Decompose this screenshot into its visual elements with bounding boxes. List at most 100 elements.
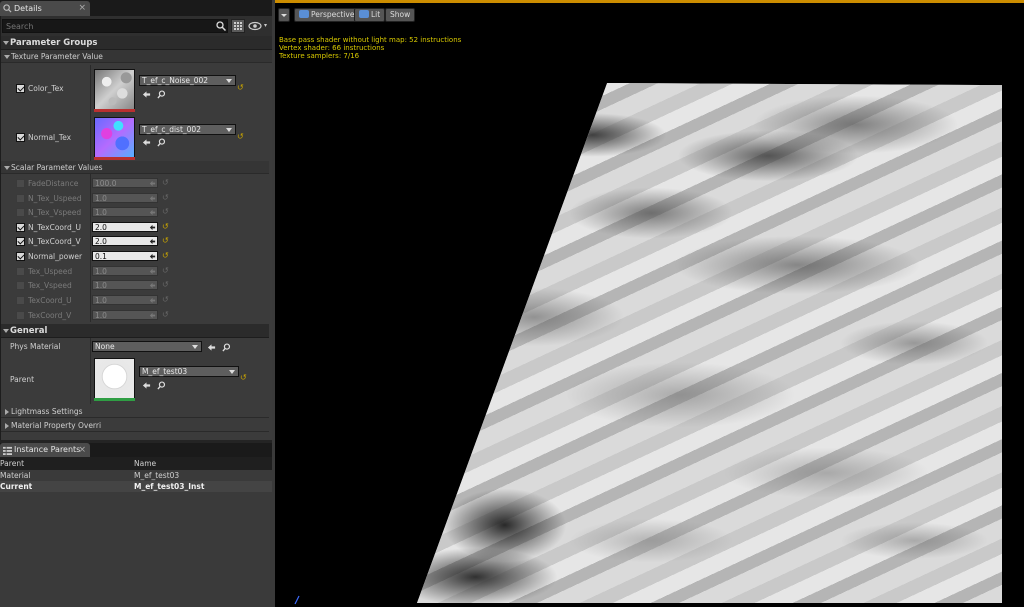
lightmass-settings-header[interactable]: Lightmass Settings	[1, 405, 269, 418]
perspective-button[interactable]: Perspective	[294, 8, 360, 22]
column-header-parent[interactable]: Parent	[0, 457, 24, 470]
n-tex-uspeed-input[interactable]: 1.0	[92, 193, 158, 203]
normal-tex-checkbox[interactable]	[16, 133, 25, 142]
browse-search-icon[interactable]	[222, 343, 231, 352]
collapse-arrow-icon	[3, 41, 9, 45]
normal-tex-thumbnail[interactable]	[94, 117, 135, 158]
drag-arrows-icon[interactable]	[149, 238, 156, 245]
search-icon[interactable]	[216, 21, 226, 31]
column-splitter[interactable]	[90, 338, 91, 404]
texcoord-v-checkbox[interactable]	[16, 311, 25, 320]
color-tex-thumbnail[interactable]	[94, 69, 135, 110]
expand-arrow-icon	[5, 423, 9, 429]
grid-view-button[interactable]	[231, 19, 245, 33]
details-tab[interactable]: Details ×	[0, 1, 90, 16]
use-selected-arrow-icon[interactable]	[142, 381, 151, 390]
phys-material-combo[interactable]: None	[92, 341, 202, 352]
normal-power-checkbox[interactable]	[16, 252, 25, 261]
column-splitter[interactable]	[90, 174, 91, 322]
details-tab-label: Details	[14, 4, 42, 13]
drag-arrows-icon[interactable]	[149, 180, 156, 187]
fade-distance-label: FadeDistance	[28, 179, 79, 188]
column-header-name[interactable]: Name	[134, 457, 156, 470]
reset-to-default-icon[interactable]: ↺	[162, 251, 169, 260]
chevron-down-icon	[226, 128, 232, 132]
fade-distance-checkbox[interactable]	[16, 179, 25, 188]
texcoord-u-checkbox[interactable]	[16, 296, 25, 305]
use-selected-arrow-icon[interactable]	[207, 343, 216, 352]
color-tex-checkbox[interactable]	[16, 84, 25, 93]
browse-search-icon[interactable]	[157, 90, 166, 99]
material-property-overrides-header[interactable]: Material Property Overri	[1, 419, 269, 432]
normal-power-input[interactable]: 0.1	[92, 251, 158, 261]
n-tex-uspeed-checkbox[interactable]	[16, 194, 25, 203]
eye-icon[interactable]	[248, 20, 270, 32]
reset-to-default-icon[interactable]: ↺	[237, 83, 244, 92]
tex-vspeed-checkbox[interactable]	[16, 281, 25, 290]
table-row[interactable]: Material M_ef_test03	[0, 470, 272, 481]
show-button[interactable]: Show	[385, 8, 416, 22]
drag-arrows-icon[interactable]	[149, 268, 156, 275]
reset-to-default-icon: ↺	[162, 266, 169, 275]
reset-to-default-icon: ↺	[162, 310, 169, 319]
lit-button[interactable]: Lit	[354, 8, 386, 22]
fade-distance-input[interactable]: 100.0	[92, 178, 158, 188]
drag-arrows-icon[interactable]	[149, 209, 156, 216]
close-icon[interactable]: ×	[78, 1, 86, 16]
parameter-groups-header[interactable]: Parameter Groups	[1, 36, 272, 50]
texture-params-header[interactable]: Texture Parameter Value	[1, 50, 272, 63]
n-texcoord-v-input[interactable]: 2.0	[92, 236, 158, 246]
n-texcoord-v-checkbox[interactable]	[16, 237, 25, 246]
general-header[interactable]: General	[1, 324, 269, 338]
drag-arrows-icon[interactable]	[149, 224, 156, 231]
material-preview-viewport[interactable]: Perspective Lit Show Base pass shader wi…	[275, 0, 1024, 607]
tex-uspeed-input[interactable]: 1.0	[92, 266, 158, 276]
reset-to-default-icon[interactable]: ↺	[162, 222, 169, 231]
search-input[interactable]	[2, 19, 228, 33]
drag-arrows-icon[interactable]	[149, 195, 156, 202]
n-texcoord-u-input[interactable]: 2.0	[92, 222, 158, 232]
n-tex-uspeed-label: N_Tex_Uspeed	[28, 194, 82, 203]
drag-arrows-icon[interactable]	[149, 297, 156, 304]
drag-arrows-icon[interactable]	[149, 253, 156, 260]
light-bulb-icon	[359, 10, 369, 18]
reset-to-default-icon[interactable]: ↺	[162, 236, 169, 245]
instance-parents-tabbar: Instance Parents ×	[0, 443, 272, 457]
color-tex-type-bar	[94, 109, 135, 112]
parent-material-thumbnail[interactable]	[94, 358, 135, 399]
use-selected-arrow-icon[interactable]	[142, 90, 151, 99]
n-tex-vspeed-input[interactable]: 1.0	[92, 207, 158, 217]
left-panel: Details × Parameter Groups Texture Param…	[0, 0, 272, 607]
normal-tex-asset-combo[interactable]: T_ef_c_dist_002	[139, 124, 236, 135]
chevron-down-icon	[229, 370, 235, 374]
use-selected-arrow-icon[interactable]	[142, 138, 151, 147]
scalar-params-header[interactable]: Scalar Parameter Values	[1, 161, 269, 174]
drag-arrows-icon[interactable]	[149, 312, 156, 319]
browse-search-icon[interactable]	[157, 138, 166, 147]
drag-arrows-icon[interactable]	[149, 282, 156, 289]
reset-to-default-icon[interactable]: ↺	[237, 132, 244, 141]
instance-parents-tab[interactable]: Instance Parents ×	[0, 443, 90, 457]
parent-combo[interactable]: M_ef_test03	[139, 366, 239, 377]
n-tex-vspeed-checkbox[interactable]	[16, 208, 25, 217]
texcoord-v-input[interactable]: 1.0	[92, 310, 158, 320]
table-row[interactable]: Current M_ef_test03_Inst	[0, 481, 272, 492]
reset-to-default-icon: ↺	[162, 295, 169, 304]
instance-parents-body: Parent Name Material M_ef_test03 Current…	[0, 457, 272, 607]
tex-uspeed-label: Tex_Uspeed	[28, 267, 73, 276]
collapse-arrow-icon	[4, 166, 10, 170]
tex-uspeed-checkbox[interactable]	[16, 267, 25, 276]
texcoord-u-input[interactable]: 1.0	[92, 295, 158, 305]
collapse-arrow-icon	[3, 329, 9, 333]
n-texcoord-u-checkbox[interactable]	[16, 223, 25, 232]
stat-vertex-shader: Vertex shader: 66 instructions	[279, 44, 385, 52]
reset-to-default-icon[interactable]: ↺	[240, 373, 247, 382]
tex-vspeed-label: Tex_Vspeed	[28, 281, 72, 290]
expand-arrow-icon	[5, 409, 9, 415]
close-icon[interactable]: ×	[78, 443, 86, 457]
viewport-options-button[interactable]	[278, 8, 290, 22]
color-tex-asset-combo[interactable]: T_ef_c_Noise_002	[139, 75, 236, 86]
hierarchy-icon	[3, 446, 12, 455]
tex-vspeed-input[interactable]: 1.0	[92, 280, 158, 290]
browse-search-icon[interactable]	[157, 381, 166, 390]
